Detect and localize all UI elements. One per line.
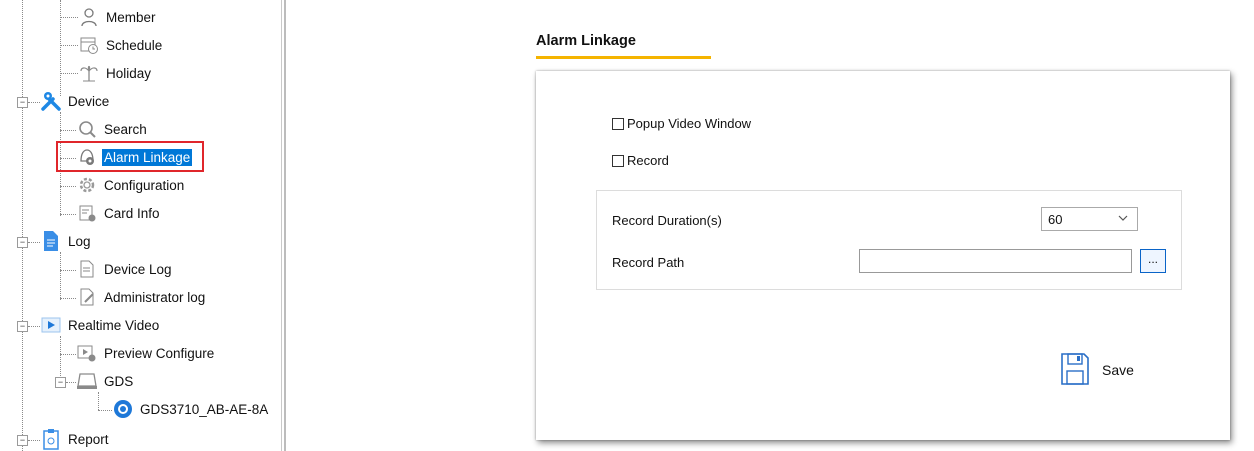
tree-item-label: Log [68,233,91,249]
checkbox-label: Popup Video Window [627,116,752,131]
tree-item-label: Configuration [104,177,185,193]
record-path-label: Record Path [612,255,685,270]
report-icon [40,428,62,450]
collapse-report-toggle[interactable]: − [17,435,28,446]
checkbox-box[interactable] [612,154,624,167]
tree-item-label: Report [68,431,109,447]
tree-item-label: Member [106,9,156,25]
tree-item-schedule[interactable]: Schedule [78,34,164,56]
document-icon [40,230,62,252]
title-underline [536,56,711,59]
tree-item-label: Administrator log [104,289,206,305]
panel-splitter[interactable] [284,0,286,451]
device-group-icon [76,370,98,392]
tree-item-realtime-video[interactable]: Realtime Video [40,314,161,336]
tree-item-gds[interactable]: GDS [76,370,135,392]
record-duration-label: Record Duration(s) [612,213,722,228]
record-settings-group [596,190,1182,290]
tree-item-label: Realtime Video [68,317,160,333]
tree-item-preview-configure[interactable]: Preview Configure [76,342,216,364]
tree-item-label: Device [68,93,110,109]
record-checkbox[interactable]: Record [612,153,669,168]
tree-item-label: Card Info [104,205,160,221]
edit-file-icon [76,286,98,308]
record-path-input[interactable] [859,249,1132,273]
tree-item-label: Search [104,121,147,137]
tree-item-search[interactable]: Search [76,118,149,140]
tree-item-holiday[interactable]: Holiday [78,62,153,84]
tree-item-administrator-log[interactable]: Administrator log [76,286,207,308]
tree-item-label: GDS [104,373,134,389]
browse-button[interactable]: ... [1140,249,1166,273]
calendar-clock-icon [78,34,100,56]
tree-item-label: Holiday [106,65,152,81]
tree-item-label: Schedule [106,37,163,53]
tree-item-card-info[interactable]: Card Info [76,202,162,224]
selection-highlight-box [56,141,204,172]
popup-video-window-checkbox[interactable]: Popup Video Window [612,116,751,131]
tree-item-report[interactable]: Report [40,428,111,450]
page-title: Alarm Linkage [536,33,636,49]
collapse-device-toggle[interactable]: − [17,97,28,108]
tree-item-label: Preview Configure [104,345,215,361]
tree-item-label: Device Log [104,261,172,277]
search-icon [76,118,98,140]
save-label: Save [1102,362,1134,378]
wrench-screwdriver-icon [40,90,62,112]
record-duration-select[interactable]: 60 [1041,207,1138,231]
app-window: Member Schedule Holiday − Device Search … [0,0,1254,451]
checkbox-box[interactable] [612,117,624,130]
tree-item-device[interactable]: Device [40,90,111,112]
tree-item-device-log[interactable]: Device Log [76,258,174,280]
gear-icon [76,174,98,196]
save-icon [1060,352,1090,389]
tree-item-label: GDS3710_AB-AE-8A [140,401,269,417]
collapse-realtime-video-toggle[interactable]: − [17,321,28,332]
checkbox-label: Record [627,153,669,168]
user-icon [78,6,100,28]
camera-device-icon [112,398,134,420]
tree-item-gds3710[interactable]: GDS3710_AB-AE-8A [112,398,270,420]
card-settings-icon [76,202,98,224]
select-value: 60 [1048,211,1063,227]
tree-item-log[interactable]: Log [40,230,93,252]
log-file-icon [76,258,98,280]
palm-tree-icon [78,62,100,84]
play-icon [40,314,62,336]
tree-item-member[interactable]: Member [78,6,158,28]
collapse-log-toggle[interactable]: − [17,237,28,248]
tree-item-configuration[interactable]: Configuration [76,174,186,196]
video-settings-icon [76,342,98,364]
chevron-down-icon [1117,212,1129,227]
collapse-gds-toggle[interactable]: − [55,377,66,388]
navigation-tree: Member Schedule Holiday − Device Search … [0,0,282,451]
save-button[interactable]: Save [1060,352,1134,388]
